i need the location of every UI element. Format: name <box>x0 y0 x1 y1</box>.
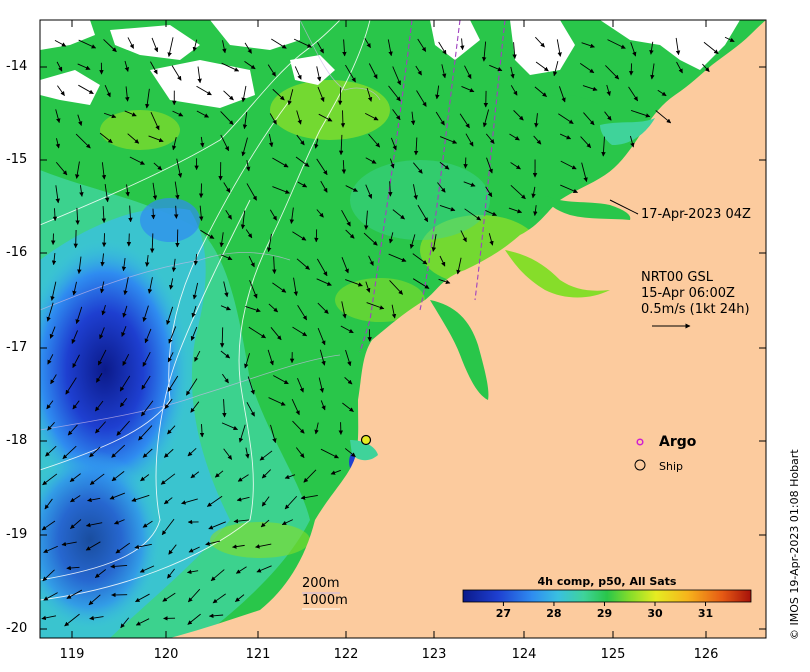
cool-shelf <box>350 160 490 240</box>
currents-scale-label: 0.5m/s (1kt 24h) <box>641 302 750 317</box>
colorbar-tick-label: 28 <box>546 607 562 620</box>
lat-tick-label: -17 <box>6 340 28 355</box>
colorbar-tick-label: 29 <box>596 607 613 620</box>
current-arrow <box>198 183 204 199</box>
credit-text: © IMOS 19-Apr-2023 01:08 Hobart <box>788 449 801 640</box>
current-arrow <box>101 233 107 248</box>
currents-time: 15-Apr 06:00Z <box>641 286 735 301</box>
current-arrow <box>340 110 346 128</box>
image-time-label: 17-Apr-2023 04Z <box>641 207 751 222</box>
warm-patch <box>270 80 390 140</box>
colorbar-title: 4h comp, p50, All Sats <box>537 575 677 588</box>
argo-legend-label: Argo <box>659 434 697 450</box>
current-arrow <box>219 327 225 348</box>
lon-tick-label: 119 <box>59 647 85 662</box>
lon-tick-label: 124 <box>511 647 537 662</box>
colorbar-tick-label: 27 <box>495 607 512 620</box>
lat-tick-label: -19 <box>6 527 28 542</box>
lon-tick-label: 125 <box>600 647 626 662</box>
lon-tick-label: 121 <box>245 647 271 662</box>
lat-tick-label: -18 <box>6 433 28 448</box>
isobath-1000-label: 1000m <box>302 593 348 608</box>
currents-title: NRT00 GSL <box>641 270 713 285</box>
cold-blob <box>140 198 200 242</box>
colorbar <box>462 589 752 603</box>
warm-patch <box>210 522 310 558</box>
isobath-200-label: 200m <box>302 576 340 591</box>
argo-float-marker <box>360 434 372 446</box>
lon-tick-label: 122 <box>333 647 359 662</box>
ship-legend-label: Ship <box>659 460 683 473</box>
cold-core-south <box>40 450 160 630</box>
lat-tick-label: -16 <box>6 245 28 260</box>
lat-tick-label: -14 <box>6 59 28 74</box>
colorbar-tick-label: 31 <box>697 607 714 620</box>
current-arrow <box>628 63 634 76</box>
lon-tick-label: 123 <box>421 647 447 662</box>
sst-map <box>39 19 767 639</box>
current-arrow <box>151 208 156 220</box>
lon-tick-label: 126 <box>693 647 719 662</box>
colorbar-tick-label: 30 <box>647 607 663 620</box>
lat-tick-label: -20 <box>6 621 28 636</box>
lon-tick-label: 120 <box>153 647 179 662</box>
lat-tick-label: -15 <box>6 152 28 167</box>
